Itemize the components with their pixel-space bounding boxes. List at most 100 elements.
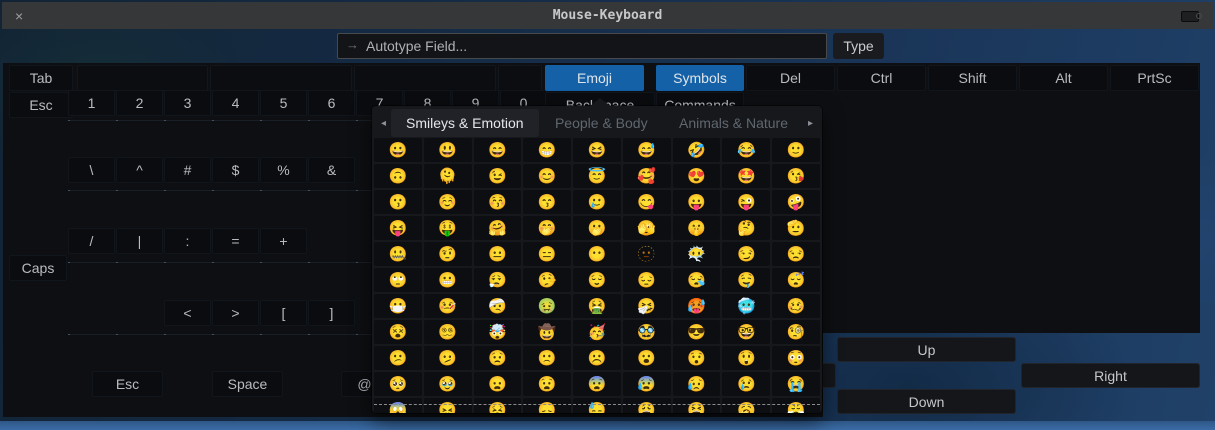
key-ctrl[interactable]: Ctrl xyxy=(837,65,926,91)
key-sym1-0[interactable]: \ xyxy=(68,157,115,183)
emoji-cell[interactable]: 😛 xyxy=(673,190,721,214)
keyboard-tray-icon[interactable] xyxy=(1181,11,1199,22)
emoji-cell[interactable]: 🤔 xyxy=(722,216,770,240)
emoji-cell[interactable]: ☺️ xyxy=(424,190,472,214)
emoji-cell[interactable]: 😙 xyxy=(523,190,571,214)
key-num-4[interactable]: 4 xyxy=(212,90,259,116)
key-shift[interactable]: Shift xyxy=(928,65,1017,91)
emoji-cell[interactable]: 😘 xyxy=(772,164,820,188)
emoji-cell[interactable]: 🥸 xyxy=(623,320,671,344)
emoji-cell[interactable]: 😕 xyxy=(374,346,422,370)
emoji-cell[interactable]: 🤗 xyxy=(474,216,522,240)
key-blank-3[interactable] xyxy=(498,65,542,91)
emoji-cell[interactable]: 😵 xyxy=(374,320,422,344)
autotype-input[interactable] xyxy=(337,33,827,59)
emoji-cell[interactable]: 😶 xyxy=(573,242,621,266)
emoji-cell[interactable]: 😀 xyxy=(374,138,422,162)
key-bottom-esc[interactable]: Esc xyxy=(92,371,163,397)
key-blank-0[interactable] xyxy=(77,65,208,91)
emoji-cell[interactable]: 🫢 xyxy=(573,216,621,240)
emoji-cell[interactable]: 🥴 xyxy=(772,294,820,318)
emoji-cell[interactable]: 🤐 xyxy=(374,242,422,266)
emoji-cell[interactable]: 😣 xyxy=(474,398,522,413)
emoji-cell[interactable]: 😳 xyxy=(772,346,820,370)
key-sym2-0[interactable]: / xyxy=(68,228,115,254)
key-blank-2[interactable] xyxy=(354,65,496,91)
type-button[interactable]: Type xyxy=(833,33,884,59)
emoji-cell[interactable]: 🥶 xyxy=(722,294,770,318)
emoji-cell[interactable]: 🫠 xyxy=(424,164,472,188)
key-sym1-4[interactable]: % xyxy=(260,157,307,183)
emoji-cell[interactable]: 😴 xyxy=(772,268,820,292)
emoji-cell[interactable]: 🤠 xyxy=(523,320,571,344)
emoji-cell[interactable]: 😦 xyxy=(474,372,522,396)
emoji-cell[interactable]: 😤 xyxy=(772,398,820,413)
key-sym1-5[interactable]: & xyxy=(308,157,355,183)
emoji-cell[interactable]: 😬 xyxy=(424,268,472,292)
emoji-cell[interactable]: 🫣 xyxy=(623,216,671,240)
emoji-cell[interactable]: 🤥 xyxy=(523,268,571,292)
emoji-cell[interactable]: 😔 xyxy=(623,268,671,292)
emoji-cell[interactable]: 😍 xyxy=(673,164,721,188)
emoji-tab-people-body[interactable]: People & Body xyxy=(540,109,663,137)
emoji-cell[interactable]: 😐 xyxy=(474,242,522,266)
key-num-5[interactable]: 5 xyxy=(260,90,307,116)
emoji-cell[interactable]: 😷 xyxy=(374,294,422,318)
emoji-cell[interactable]: 😏 xyxy=(722,242,770,266)
emoji-cell[interactable]: 😪 xyxy=(673,268,721,292)
emoji-cell[interactable]: 😰 xyxy=(623,372,671,396)
emoji-cell[interactable]: 🤣 xyxy=(673,138,721,162)
emoji-cell[interactable]: 🫥 xyxy=(623,242,671,266)
emoji-cell[interactable]: 🥺 xyxy=(374,372,422,396)
emoji-cell[interactable]: 😥 xyxy=(673,372,721,396)
key-sym1-3[interactable]: $ xyxy=(212,157,259,183)
emoji-cell[interactable]: 🙁 xyxy=(523,346,571,370)
emoji-cell[interactable]: 😎 xyxy=(673,320,721,344)
key-sym2-2[interactable]: : xyxy=(164,228,211,254)
emoji-cell[interactable]: 😢 xyxy=(722,372,770,396)
emoji-cell[interactable]: 🤮 xyxy=(573,294,621,318)
emoji-cell[interactable]: 😉 xyxy=(474,164,522,188)
key-sym1-2[interactable]: # xyxy=(164,157,211,183)
emoji-cell[interactable]: 😝 xyxy=(374,216,422,240)
key-sym3-0[interactable]: < xyxy=(164,300,211,326)
down-button[interactable]: Down xyxy=(837,389,1016,414)
emoji-cell[interactable]: 😭 xyxy=(772,372,820,396)
emoji-cell[interactable]: 😆 xyxy=(573,138,621,162)
emoji-cell[interactable]: 😱 xyxy=(374,398,422,413)
emoji-cell[interactable]: 😲 xyxy=(722,346,770,370)
emoji-cell[interactable]: 😶‍🌫️ xyxy=(673,242,721,266)
emoji-cell[interactable]: 🥵 xyxy=(673,294,721,318)
emoji-cell[interactable]: 🤨 xyxy=(424,242,472,266)
emoji-cell[interactable]: 😨 xyxy=(573,372,621,396)
emoji-cell[interactable]: 😋 xyxy=(623,190,671,214)
emoji-cell[interactable]: 🤪 xyxy=(772,190,820,214)
key-sym1-1[interactable]: ^ xyxy=(116,157,163,183)
key-del[interactable]: Del xyxy=(746,65,835,91)
emoji-cell[interactable]: 😧 xyxy=(523,372,571,396)
key-num-1[interactable]: 1 xyxy=(68,90,115,116)
key-emoji[interactable]: Emoji xyxy=(545,65,644,91)
emoji-cell[interactable]: 😜 xyxy=(722,190,770,214)
key-sym2-1[interactable]: | xyxy=(116,228,163,254)
emoji-cell[interactable]: 😁 xyxy=(523,138,571,162)
emoji-cell[interactable]: 🤒 xyxy=(424,294,472,318)
emoji-cell[interactable]: 😊 xyxy=(523,164,571,188)
emoji-cell[interactable]: 🤩 xyxy=(722,164,770,188)
right-button[interactable]: Right xyxy=(1021,363,1200,388)
key-sym3-3[interactable]: ] xyxy=(308,300,355,326)
key-num-3[interactable]: 3 xyxy=(164,90,211,116)
emoji-cell[interactable]: 😫 xyxy=(673,398,721,413)
key-blank-1[interactable] xyxy=(210,65,352,91)
emoji-cell[interactable]: 😵‍💫 xyxy=(424,320,472,344)
key-caps[interactable]: Caps xyxy=(9,255,67,281)
emoji-cell[interactable]: 🥲 xyxy=(573,190,621,214)
key-tab[interactable]: Tab xyxy=(9,65,73,91)
prev-category-icon[interactable]: ◂ xyxy=(376,118,391,129)
emoji-cell[interactable]: 🥱 xyxy=(722,398,770,413)
emoji-cell[interactable]: 😌 xyxy=(573,268,621,292)
emoji-cell[interactable]: 😓 xyxy=(573,398,621,413)
emoji-cell[interactable]: 🙂 xyxy=(772,138,820,162)
emoji-cell[interactable]: 🤤 xyxy=(722,268,770,292)
emoji-cell[interactable]: 😩 xyxy=(623,398,671,413)
